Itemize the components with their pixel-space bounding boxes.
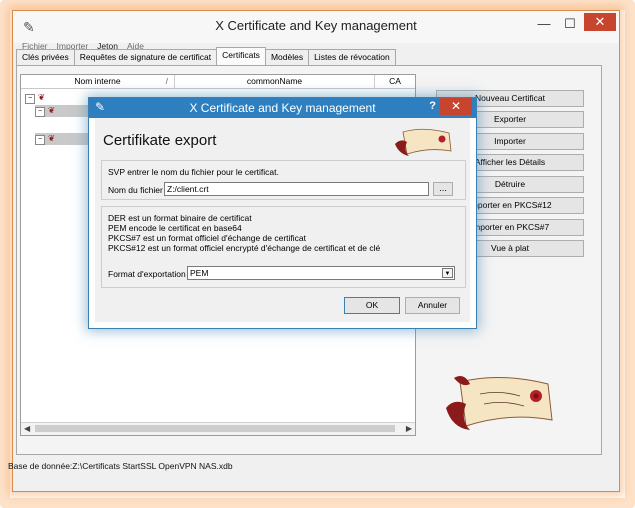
status-bar: Base de donnée:Z:\Certificats StartSSL O… [8,458,602,474]
filename-prompt: SVP entrer le nom du fichier pour le cer… [108,167,279,177]
format-group: DER est un format binaire de certificat … [101,206,466,288]
scroll-right-icon[interactable]: ▶ [406,423,412,435]
tab-revocation-lists[interactable]: Listes de révocation [308,49,396,66]
info-line: DER est un format binaire de certificat [108,213,252,223]
column-common-name[interactable]: commonName [175,75,375,88]
help-icon[interactable]: ? [429,100,436,112]
column-sep: / [165,76,168,86]
minimize-button[interactable]: — [533,15,555,35]
filename-group: SVP entrer le nom du fichier pour le cer… [101,160,466,200]
format-label: Format d'exportation [108,269,186,279]
filename-label: Nom du fichier [108,185,163,195]
tab-private-keys[interactable]: Clés privées [16,49,75,66]
status-text: Base de donnée:Z:\Certificats StartSSL O… [8,461,233,471]
title-bar: ✎ X Certificate and Key management — ☐ ✕ [13,11,619,43]
filename-input[interactable]: Z:/client.crt [164,182,429,196]
window-title: X Certificate and Key management [215,18,417,33]
maximize-button[interactable]: ☐ [558,15,582,35]
export-dialog: ✎ X Certificate and Key management ? ✕ C… [88,97,477,329]
tab-certificates[interactable]: Certificats [216,47,266,66]
tab-bar: Clés privées Requêtes de signature de ce… [16,47,396,66]
cancel-button[interactable]: Annuler [405,297,460,314]
dialog-title-bar: ✎ X Certificate and Key management ? ✕ [89,98,476,118]
tab-templates[interactable]: Modèles [264,49,310,66]
chevron-down-icon[interactable]: ▼ [442,268,453,278]
dialog-close-button[interactable]: ✕ [440,98,472,115]
column-ca[interactable]: CA [375,75,415,88]
browse-button[interactable]: ... [433,182,453,196]
scroll-thumb[interactable] [35,425,395,432]
format-select-value: PEM [190,268,209,278]
certificate-icon: ❦ [48,105,56,115]
dialog-title: X Certificate and Key management [189,101,376,115]
format-select[interactable]: PEM ▼ [187,266,455,280]
scroll-left-icon[interactable]: ◀ [24,423,30,435]
tree-header: Nom interne / commonName CA [21,75,415,89]
scroll-logo-icon [446,376,553,430]
column-internal-name[interactable]: Nom interne / [21,75,175,88]
horizontal-scrollbar[interactable]: ◀ ▶ [21,422,415,435]
tab-csr[interactable]: Requêtes de signature de certificat [73,49,218,66]
scroll-logo-icon [395,128,452,156]
info-line: PKCS#12 est un format officiel encrypté … [108,243,381,253]
format-info: DER est un format binaire de certificat … [108,213,380,253]
dialog-body: Certifikate export SVP entrer le nom du … [95,118,470,322]
ok-button[interactable]: OK [344,297,400,314]
info-line: PEM encode le certificat en base64 [108,223,242,233]
info-line: PKCS#7 est un format officiel d'échange … [108,233,307,243]
close-button[interactable]: ✕ [584,13,616,31]
collapse-icon[interactable]: − [25,94,35,104]
certificate-icon: ❦ [48,133,56,143]
collapse-icon[interactable]: − [35,107,45,117]
certificate-icon: ❦ [38,92,46,102]
collapse-icon[interactable]: − [35,135,45,145]
dialog-heading: Certifikate export [103,132,217,149]
